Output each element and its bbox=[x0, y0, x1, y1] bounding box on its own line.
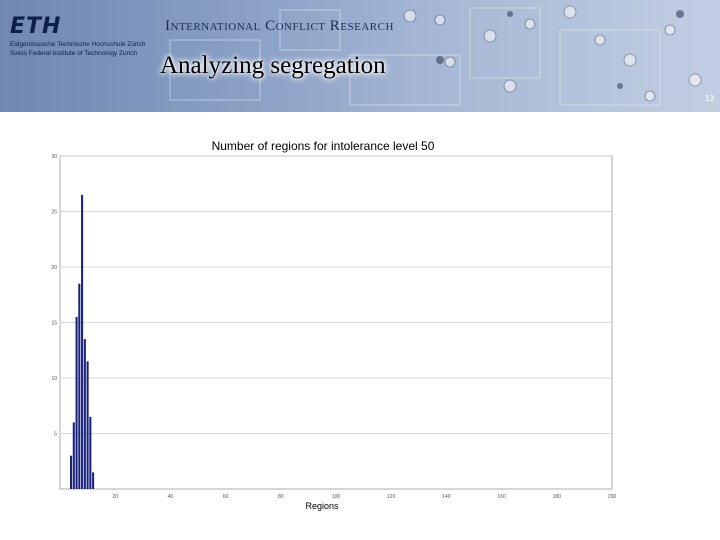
bar-5 bbox=[72, 422, 75, 489]
x-tick-label: 40 bbox=[168, 494, 174, 500]
bar-11 bbox=[89, 416, 92, 489]
x-tick-label: 20 bbox=[112, 494, 118, 500]
institution-name-german: Eidgenössische Technische Hochschule Zür… bbox=[10, 41, 146, 48]
bar-chart: Number of regions for intolerance level … bbox=[51, 139, 616, 511]
header-banner: ETH Eidgenössische Technische Hochschule… bbox=[0, 0, 720, 112]
x-tick-label: 200 bbox=[608, 494, 617, 500]
x-tick-labels: 20 40 60 80 100 120 140 160 180 200 bbox=[112, 494, 616, 500]
institution-name-english: Swiss Federal Institute of Technology Zu… bbox=[10, 50, 138, 57]
y-tick-label: 10 bbox=[51, 376, 57, 382]
y-tick-label: 25 bbox=[51, 210, 57, 216]
x-tick-label: 80 bbox=[278, 494, 284, 500]
unit-title: International Conflict Research bbox=[165, 18, 394, 34]
x-tick-label: 140 bbox=[442, 494, 451, 500]
bar-4 bbox=[70, 455, 73, 489]
bar-9 bbox=[83, 339, 86, 489]
y-tick-label: 15 bbox=[51, 321, 57, 327]
bar-7 bbox=[78, 283, 81, 489]
y-tick-label: 30 bbox=[51, 154, 57, 160]
y-tick-label: 20 bbox=[51, 265, 57, 271]
x-tick-label: 100 bbox=[332, 494, 341, 500]
bar-10 bbox=[86, 361, 89, 489]
eth-logo: ETH bbox=[10, 14, 62, 39]
slide-number: 13 bbox=[705, 94, 714, 103]
x-tick-label: 180 bbox=[553, 494, 562, 500]
y-tick-labels: 5 10 15 20 25 30 bbox=[51, 154, 57, 438]
x-tick-label: 60 bbox=[223, 494, 229, 500]
x-tick-label: 160 bbox=[497, 494, 506, 500]
chart-title: Number of regions for intolerance level … bbox=[212, 139, 435, 153]
bar-6 bbox=[75, 316, 78, 489]
y-tick-label: 5 bbox=[54, 432, 57, 438]
bar-8 bbox=[81, 194, 84, 489]
x-axis-label: Regions bbox=[305, 501, 339, 511]
x-tick-label: 120 bbox=[387, 494, 396, 500]
slide-title: Analyzing segregation bbox=[160, 52, 386, 79]
bar-12 bbox=[92, 472, 95, 489]
